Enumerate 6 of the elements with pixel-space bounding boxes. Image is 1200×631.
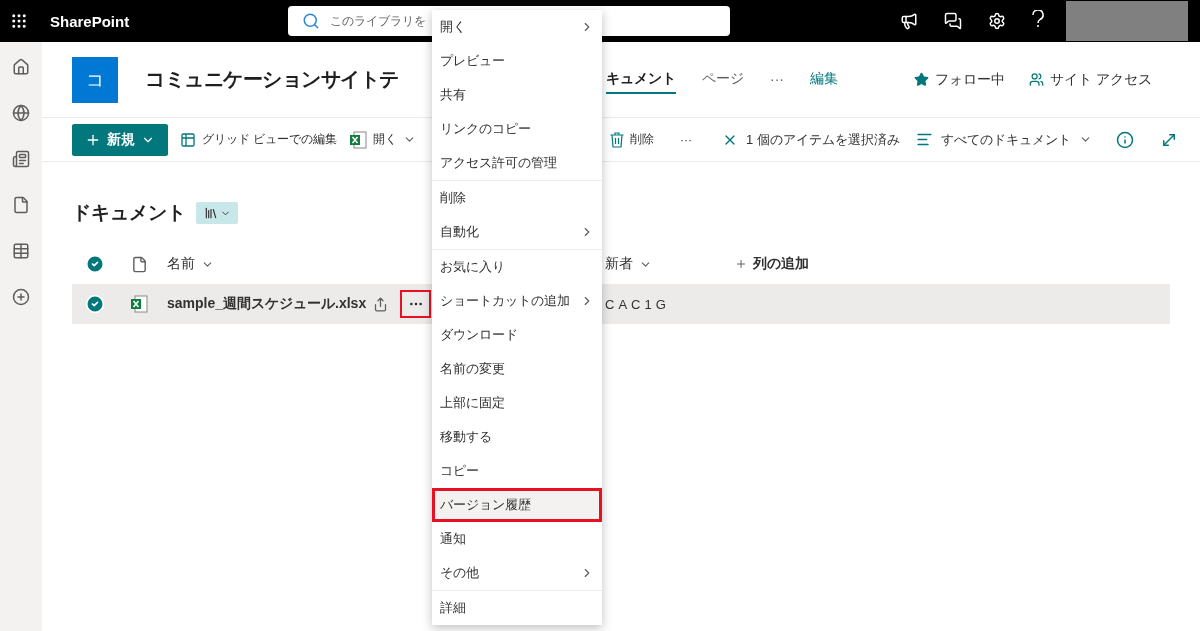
site-logo: コ [72, 56, 118, 103]
app-name: SharePoint [50, 12, 131, 30]
library-title: ドキュメント [72, 201, 186, 225]
selection-count: 1 個のアイテムを選択済み [746, 130, 900, 149]
site-title: コミュニケーションサイトテ [145, 68, 399, 90]
modified-by: CAC1G [605, 296, 670, 312]
